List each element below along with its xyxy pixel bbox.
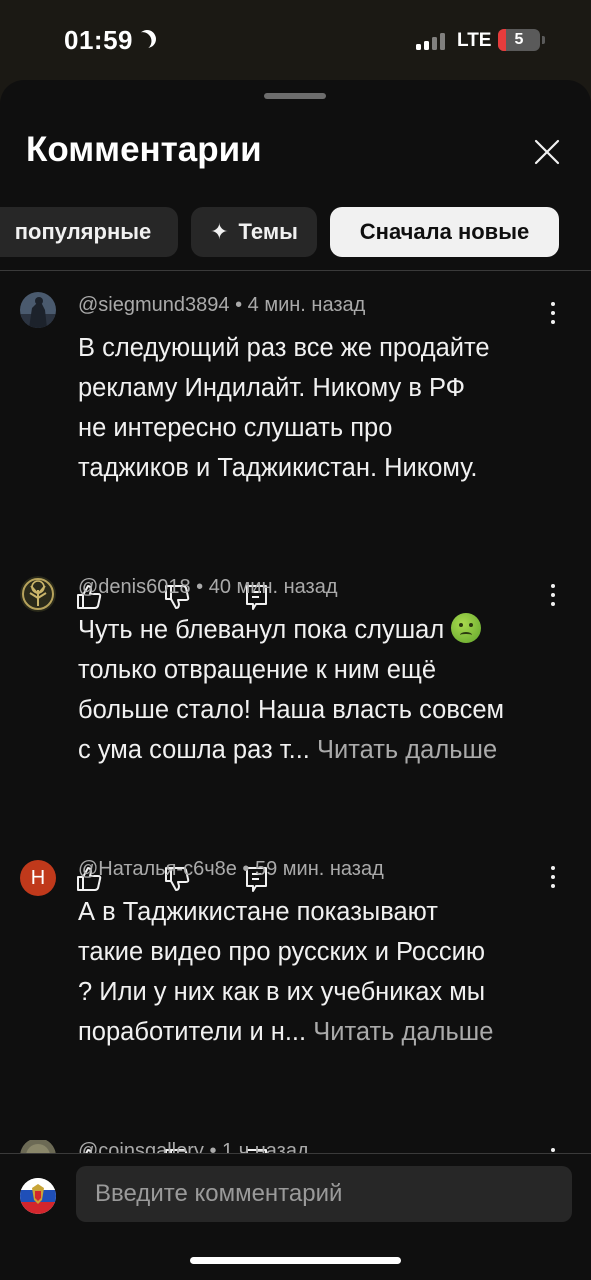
comment-author[interactable]: @Наталья-с6ч8е (78, 858, 237, 880)
comment-input[interactable] (76, 1166, 572, 1222)
comment-time: 40 мин. назад (208, 576, 338, 598)
comment-meta: @coinsgallery • 1 ч назад (78, 1140, 309, 1153)
chip-topics-label: Темы (238, 219, 298, 244)
avatar[interactable] (20, 292, 56, 328)
more-vert-icon[interactable] (542, 1146, 564, 1153)
chip-newest[interactable]: Сначала новые (330, 207, 559, 257)
network-label: LTE (457, 30, 492, 51)
comment-meta: @Наталья-с6ч8е • 59 мин. назад (78, 858, 384, 881)
divider (0, 270, 591, 271)
comment-author[interactable]: @coinsgallery (78, 1140, 204, 1153)
comment-composer (0, 1153, 591, 1280)
avatar[interactable] (20, 576, 56, 612)
comment-time: 4 мин. назад (247, 294, 366, 316)
comment-line: ? Или у них как в их учебниках мы (78, 978, 486, 1006)
comment-time: 1 ч назад (222, 1140, 309, 1153)
comments-sheet: Комментарии популярные ✦ Темы Сначала нов… (0, 80, 591, 1280)
home-indicator (190, 1257, 401, 1264)
read-more-link[interactable]: Читать дальше (317, 736, 497, 764)
comment-item: Н @Наталья-с6ч8е • 59 мин. назад А в Тад… (0, 858, 591, 1174)
drag-handle[interactable] (264, 93, 326, 99)
comment-line: не интересно слушать про (78, 414, 393, 442)
meta-separator: • (209, 1140, 223, 1153)
user-avatar[interactable] (20, 1178, 56, 1214)
comment-line: такие видео про русских и Россию (78, 938, 485, 966)
comment-line: Чуть не блеванул пока слушал (78, 616, 445, 644)
comment-line: с ума сошла раз т... (78, 736, 310, 764)
sort-chips: популярные ✦ Темы Сначала новые (0, 207, 591, 257)
comment-line: поработители и н... (78, 1018, 307, 1046)
meta-separator: • (196, 576, 209, 598)
comment-item: @coinsgallery • 1 ч назад (0, 1140, 591, 1153)
battery-icon: 5 (498, 29, 540, 51)
chip-popular-label: популярные (14, 219, 152, 244)
comment-line: больше стало! Наша власть совсем (78, 696, 505, 724)
comment-line: В следующий раз все же продайте (78, 334, 490, 362)
sparkle-icon: ✦ (210, 219, 229, 244)
comment-text: В следующий раз все же продайте рекламу … (78, 328, 558, 488)
comment-line: только отвращение к ним ещё (78, 656, 437, 684)
more-vert-icon[interactable] (542, 582, 564, 608)
comment-author[interactable]: @siegmund3894 (78, 294, 230, 316)
meta-separator: • (242, 858, 255, 880)
moon-icon (135, 27, 159, 51)
more-vert-icon[interactable] (542, 864, 564, 890)
comment-text: Чуть не блеванул пока слушал только отвр… (78, 610, 558, 770)
battery-label: 5 (514, 31, 524, 48)
comment-line: рекламу Индилайт. Никому в РФ (78, 374, 466, 402)
comment-meta: @denis6018 • 40 мин. назад (78, 576, 338, 599)
comment-item: @denis6018 • 40 мин. назад Чуть не блева… (0, 576, 591, 892)
page-title: Комментарии (26, 130, 262, 169)
comment-line: таджиков и Таджикистан. Никому. (78, 454, 478, 482)
comment-author[interactable]: @denis6018 (78, 576, 191, 598)
comment-text: А в Таджикистане показывают такие видео … (78, 892, 558, 1052)
avatar[interactable] (20, 1140, 56, 1153)
comment-line: А в Таджикистане показывают (78, 898, 438, 926)
close-icon[interactable] (533, 138, 561, 166)
read-more-link[interactable]: Читать дальше (313, 1018, 493, 1046)
signal-icon (416, 30, 448, 50)
chip-popular[interactable]: популярные (0, 207, 178, 257)
comment-meta: @siegmund3894 • 4 мин. назад (78, 294, 365, 317)
comment-item: @siegmund3894 • 4 мин. назад В следующий… (0, 292, 591, 610)
chip-newest-label: Сначала новые (359, 219, 530, 244)
more-vert-icon[interactable] (542, 300, 564, 326)
comment-time: 59 мин. назад (254, 858, 384, 880)
battery-nub (542, 36, 545, 44)
meta-separator: • (235, 294, 248, 316)
status-time: 01:59 (64, 25, 133, 55)
chip-topics[interactable]: ✦ Темы (191, 207, 317, 257)
status-bar: 01:59 LTE 5 (0, 0, 591, 80)
avatar[interactable]: Н (20, 860, 56, 896)
nauseated-face-emoji (451, 613, 482, 643)
